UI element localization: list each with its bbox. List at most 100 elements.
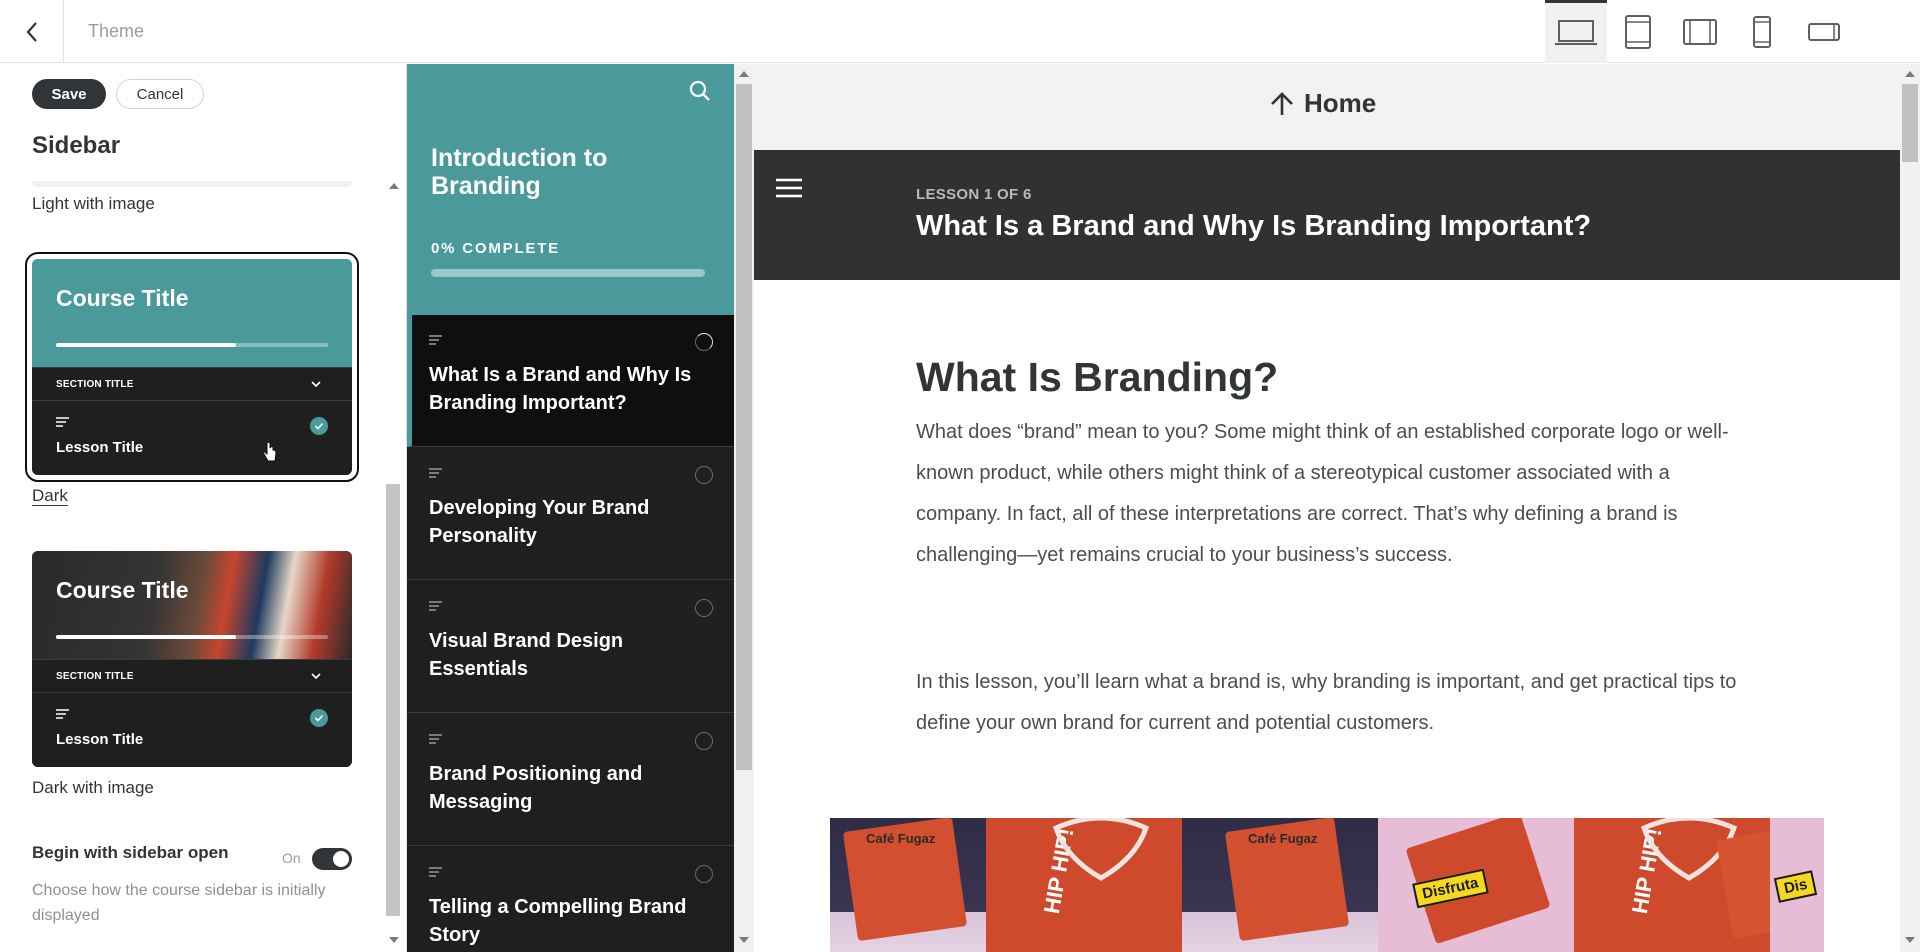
cancel-button[interactable]: Cancel [116, 79, 204, 109]
device-desktop-button[interactable] [1545, 0, 1607, 63]
card-section-row: SECTION TITLE [32, 659, 352, 693]
card-section-title: SECTION TITLE [56, 671, 134, 682]
begin-open-description: Choose how the course sidebar is initial… [32, 882, 326, 924]
scroll-down-arrow[interactable] [386, 932, 402, 948]
lesson-item[interactable]: Visual Brand Design Essentials [407, 581, 734, 713]
chevron-down-icon [311, 673, 321, 680]
course-progress-label: 0% COMPLETE [431, 240, 560, 257]
begin-open-title: Begin with sidebar open [32, 843, 229, 862]
option-label-dark-with-image[interactable]: Dark with image [32, 778, 154, 798]
scroll-down-arrow[interactable] [736, 932, 752, 948]
settings-scrollbar-thumb[interactable] [386, 484, 400, 916]
course-sidebar-header: Introduction to Branding 0% COMPLETE [407, 64, 734, 315]
text-lines-icon [429, 335, 442, 345]
sidebar-scrollbar-thumb[interactable] [736, 84, 752, 770]
not-started-circle-icon [695, 732, 713, 750]
in-progress-icon [695, 333, 713, 351]
text-lines-icon [429, 468, 442, 478]
card-progress-fill [56, 343, 236, 347]
card-section-row: SECTION TITLE [32, 367, 352, 401]
card-section-title: SECTION TITLE [56, 379, 134, 390]
device-tablet-portrait-button[interactable] [1607, 0, 1669, 63]
save-button[interactable]: Save [32, 79, 106, 109]
image-tile: Dis [1770, 818, 1824, 952]
course-sidebar-preview: Introduction to Branding 0% COMPLETE Wha… [406, 64, 734, 952]
image-tile: HIP HIP! [1574, 818, 1822, 952]
lesson-item[interactable]: Telling a Compelling Brand Story [407, 847, 734, 952]
lesson-item[interactable]: Developing Your Brand Personality [407, 448, 734, 580]
pointer-cursor-icon [263, 441, 277, 462]
begin-open-toggle[interactable] [312, 848, 352, 870]
not-started-circle-icon [695, 599, 713, 617]
triangle-up-icon [739, 71, 749, 77]
phone-portrait-icon [1753, 15, 1771, 48]
text-lines-icon [429, 867, 442, 877]
card-course-title: Course Title [56, 285, 189, 311]
triangle-up-icon [1905, 71, 1915, 77]
check-circle-icon [310, 417, 328, 435]
image-tile: Café Fugaz [830, 818, 986, 952]
image-tile: Café Fugaz [1182, 818, 1378, 952]
triangle-down-icon [739, 937, 749, 943]
main-scrollbar-thumb[interactable] [1902, 84, 1918, 162]
lesson-item-title: What Is a Brand and Why Is Branding Impo… [429, 364, 692, 414]
content-paragraph: In this lesson, you’ll learn what a bran… [916, 671, 1737, 734]
arrow-up-icon [1271, 91, 1293, 115]
not-started-circle-icon [695, 466, 713, 484]
scroll-up-arrow[interactable] [1902, 66, 1918, 82]
image-tile: Disfruta [1378, 818, 1574, 952]
device-tablet-landscape-button[interactable] [1669, 0, 1731, 63]
option-label-light-with-image[interactable]: Light with image [32, 194, 155, 214]
lesson-item[interactable]: Brand Positioning and Messaging [407, 714, 734, 846]
begin-open-state: On [282, 850, 301, 866]
text-lines-icon [429, 734, 442, 744]
lesson-image: Café Fugaz HIP HIP! Café Fugaz Disfruta … [830, 818, 1824, 952]
lesson-item-title: Visual Brand Design Essentials [429, 630, 624, 680]
previous-option-card-edge [32, 181, 352, 187]
lesson-item-title: Brand Positioning and Messaging [429, 763, 643, 813]
option-label-dark[interactable]: Dark [32, 486, 68, 506]
page-title: Theme [88, 21, 145, 41]
chevron-left-icon [26, 21, 37, 42]
image-brand-text: Café Fugaz [1248, 831, 1318, 846]
settings-panel: Save Cancel Sidebar Light with image Cou… [0, 64, 405, 952]
card-header-image: Course Title [32, 551, 352, 659]
search-icon[interactable] [689, 80, 711, 102]
tablet-portrait-icon [1625, 14, 1651, 49]
lesson-item-title: Developing Your Brand Personality [429, 497, 650, 547]
scroll-up-arrow[interactable] [386, 178, 402, 194]
lesson-preview: Home LESSON 1 OF 6 What Is a Brand and W… [754, 64, 1900, 952]
card-lesson-row: Lesson Title [32, 401, 352, 475]
image-tile: HIP HIP! [986, 818, 1182, 952]
lesson-item-title: Telling a Compelling Brand Story [429, 896, 687, 946]
device-phone-portrait-button[interactable] [1731, 0, 1793, 63]
scroll-down-arrow[interactable] [1902, 932, 1918, 948]
image-brand-text: Café Fugaz [866, 831, 936, 846]
course-progress-bar [431, 269, 705, 277]
chevron-down-icon [311, 381, 321, 388]
scroll-up-arrow[interactable] [736, 66, 752, 82]
text-lines-icon [56, 709, 69, 719]
card-lesson-row: Lesson Title [32, 693, 352, 767]
back-button[interactable] [0, 0, 64, 63]
device-phone-landscape-button[interactable] [1793, 0, 1855, 63]
not-started-circle-icon [695, 865, 713, 883]
lesson-count: LESSON 1 OF 6 [916, 186, 1032, 203]
lesson-header: LESSON 1 OF 6 What Is a Brand and Why Is… [754, 150, 1900, 280]
main-scrollbar-track [1900, 64, 1920, 952]
phone-landscape-icon [1808, 22, 1840, 41]
hamburger-menu-icon[interactable] [776, 178, 802, 198]
theme-editor: Theme Save Cancel Sidebar Light with ima… [0, 0, 1920, 952]
theme-option-dark[interactable]: Course Title SECTION TITLE Lesson Title [25, 252, 359, 482]
course-title: Introduction to Branding [431, 144, 608, 200]
panel-heading: Sidebar [32, 132, 121, 159]
home-link[interactable]: Home [1270, 88, 1376, 119]
top-bar: Theme [0, 0, 1920, 63]
home-bar: Home [754, 64, 1900, 150]
content-paragraph: What does “brand” mean to you? Some migh… [916, 421, 1729, 566]
text-lines-icon [429, 601, 442, 611]
lesson-item[interactable]: What Is a Brand and Why Is Branding Impo… [407, 315, 734, 447]
card-header: Course Title [32, 259, 352, 367]
theme-option-dark-with-image[interactable]: Course Title SECTION TITLE Lesson Title [32, 551, 352, 767]
card-lesson-title: Lesson Title [56, 731, 144, 748]
